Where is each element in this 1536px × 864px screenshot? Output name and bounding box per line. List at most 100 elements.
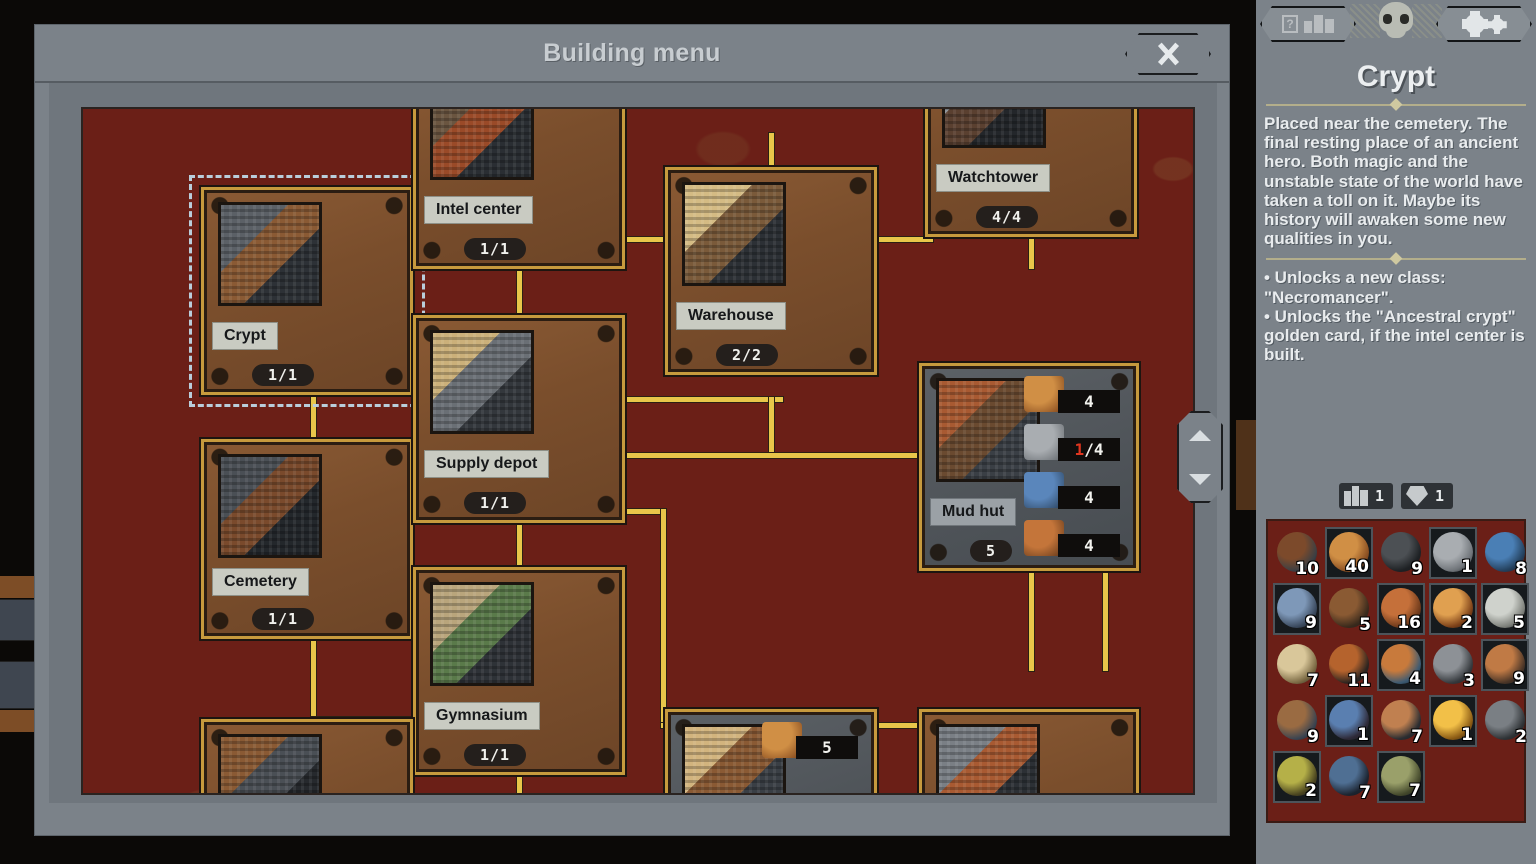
card-count-badge: 1/1 (464, 238, 527, 260)
inventory-panel[interactable]: 10 40 9 1 8 9 5 16 2 5 7 11 4 3 9 9 1 7 1 2 2 7 7 (1266, 519, 1529, 823)
item-quantity: 9 (1307, 727, 1319, 747)
chevron-down-icon[interactable] (1189, 473, 1211, 485)
building-card[interactable]: Warehouse 2/2 (665, 167, 877, 375)
thumbnail-pixels (433, 333, 531, 431)
item-quantity: 1 (1461, 725, 1473, 745)
inventory-slot[interactable]: 2 (1481, 695, 1529, 747)
help-icon: ? (1282, 15, 1298, 33)
cost-row: 5 (762, 720, 868, 768)
building-card[interactable]: 5 (665, 709, 877, 793)
gear-icon-small (1491, 18, 1504, 31)
inventory-slot[interactable]: 2 (1429, 583, 1477, 635)
inventory-slot[interactable]: 9 (1273, 583, 1321, 635)
inventory-slot[interactable]: 16 (1377, 583, 1425, 635)
building-thumbnail (942, 109, 1046, 148)
tree-connector (1029, 239, 1034, 269)
card-count-badge: 4/4 (976, 206, 1039, 228)
inventory-slot[interactable]: 1 (1429, 695, 1477, 747)
cost-row: 4 (1024, 374, 1130, 422)
building-card[interactable]: Intel center 1/1 (413, 109, 625, 269)
item-quantity: 4 (1409, 669, 1421, 689)
item-quantity: 1 (1357, 725, 1369, 745)
inventory-slot[interactable]: 2 (1273, 751, 1321, 803)
building-card[interactable] (201, 719, 413, 793)
gem-icon (1406, 486, 1428, 506)
item-quantity: 7 (1409, 781, 1421, 801)
inventory-slot[interactable]: 5 (1325, 583, 1373, 635)
building-thumbnail (430, 582, 534, 686)
item-quantity: 5 (1359, 615, 1371, 635)
divider-bottom (1266, 254, 1526, 264)
building-tree-viewport: Crypt 1/1 Cemetery 1/1 Intel center 1/1 Supply… (49, 83, 1217, 803)
building-card[interactable]: Mud hut 5 4 1/4 4 4 (919, 363, 1139, 571)
thumbnail-pixels (939, 727, 1037, 793)
thumbnail-pixels (221, 205, 319, 303)
tree-connector (311, 395, 316, 441)
cost-value: 4 (1058, 486, 1120, 509)
cost-row: 4 (1024, 470, 1130, 518)
card-name-label: Mud hut (930, 498, 1017, 526)
wing-decor-left (1350, 4, 1380, 38)
inventory-slot[interactable]: 7 (1377, 695, 1425, 747)
settings-button[interactable] (1436, 6, 1532, 42)
inventory-slot[interactable]: 7 (1377, 751, 1425, 803)
inventory-slot[interactable]: 10 (1273, 527, 1321, 579)
tree-scroll-buttons[interactable] (1177, 411, 1223, 503)
tree-connector (311, 639, 316, 721)
inventory-slot[interactable]: 5 (1481, 583, 1529, 635)
close-icon (1155, 41, 1181, 67)
help-button[interactable]: ? (1260, 6, 1356, 42)
item-quantity: 7 (1411, 727, 1423, 747)
building-card[interactable]: Supply depot 1/1 (413, 315, 625, 523)
inventory-slot[interactable]: 8 (1481, 527, 1529, 579)
inventory-slot[interactable]: 3 (1429, 639, 1477, 691)
building-thumbnail (430, 109, 534, 180)
item-quantity: 40 (1345, 557, 1369, 577)
item-quantity: 10 (1295, 559, 1319, 579)
building-tree-canvas[interactable]: Crypt 1/1 Cemetery 1/1 Intel center 1/1 Supply… (81, 107, 1195, 795)
inventory-slot[interactable]: 7 (1325, 751, 1373, 803)
item-quantity: 16 (1397, 613, 1421, 633)
cost-owned-amount: 1 (1074, 440, 1085, 459)
building-thumbnail (936, 724, 1040, 793)
building-card[interactable]: Crypt 1/1 (189, 175, 425, 407)
card-name-label: Intel center (424, 196, 534, 224)
inventory-slot[interactable]: 9 (1377, 527, 1425, 579)
inventory-slot[interactable]: 1 (1429, 527, 1477, 579)
chevron-up-icon[interactable] (1189, 429, 1211, 441)
inventory-slot[interactable]: 4 (1377, 639, 1425, 691)
cost-value: 4 (1058, 534, 1120, 557)
resource-counters: 11 (1256, 483, 1536, 509)
inventory-slot[interactable]: 11 (1325, 639, 1373, 691)
tree-connector (1103, 571, 1108, 671)
tree-connector (661, 509, 666, 727)
card-name-label: Crypt (212, 322, 278, 350)
item-quantity: 5 (1513, 613, 1525, 633)
building-card[interactable]: Gymnasium 1/1 (413, 567, 625, 775)
building-thumbnail (218, 454, 322, 558)
building-card[interactable] (919, 709, 1139, 793)
skull-emblem (1348, 0, 1444, 56)
inventory-slot[interactable]: 7 (1273, 639, 1321, 691)
card-count-badge: 5 (970, 540, 1013, 562)
inventory-grid[interactable]: 10 40 9 1 8 9 5 16 2 5 7 11 4 3 9 9 1 7 1 2 2 7 7 (1273, 527, 1529, 803)
card-cost-list: 5 (762, 720, 868, 768)
close-button[interactable] (1125, 33, 1211, 75)
thumbnail-pixels (945, 109, 1043, 145)
inventory-slot[interactable]: 9 (1273, 695, 1321, 747)
resource-counter: 1 (1401, 483, 1454, 509)
cost-value: 1/4 (1058, 438, 1120, 461)
tree-connector (517, 269, 522, 317)
inventory-slot[interactable]: 1 (1325, 695, 1373, 747)
cost-row: 1/4 (1024, 422, 1130, 470)
counter-value: 1 (1435, 487, 1445, 505)
tree-connector (769, 397, 774, 453)
wing-decor-right (1412, 4, 1442, 38)
building-card[interactable]: Cemetery 1/1 (201, 439, 413, 639)
card-cost-list: 4 1/4 4 4 (1024, 374, 1130, 566)
inventory-slot[interactable]: 9 (1481, 639, 1529, 691)
tree-connector (769, 133, 774, 169)
building-card[interactable]: Watchtower 4/4 (925, 109, 1137, 237)
house-icon (1343, 486, 1368, 506)
inventory-slot[interactable]: 40 (1325, 527, 1373, 579)
